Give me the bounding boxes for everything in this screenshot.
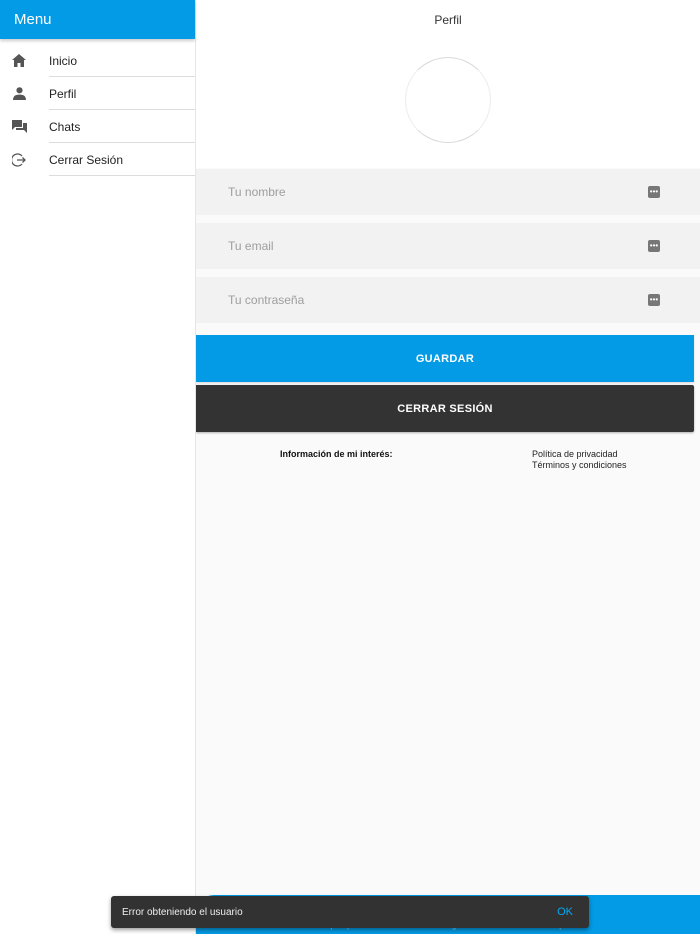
name-field: •••	[196, 169, 700, 215]
sidebar-item-inicio[interactable]: Inicio	[0, 44, 195, 77]
profile-header: Perfil	[196, 0, 700, 168]
email-field: •••	[196, 223, 700, 269]
more-icon[interactable]: •••	[648, 186, 660, 198]
side-menu-title: Menu	[14, 11, 52, 28]
avatar[interactable]	[405, 57, 491, 143]
logout-icon	[10, 151, 28, 169]
error-snackbar: Error obteniendo el usuario OK	[111, 896, 589, 928]
side-menu-header: Menu	[0, 0, 195, 39]
name-input[interactable]	[228, 185, 628, 199]
sidebar-item-chats[interactable]: Chats	[0, 110, 195, 143]
side-menu-list: Inicio Perfil Chats Cerrar Sesión	[0, 44, 195, 176]
email-input[interactable]	[228, 239, 628, 253]
terms-link[interactable]: Términos y condiciones	[532, 460, 627, 471]
chat-icon	[10, 118, 28, 136]
password-input[interactable]	[228, 293, 628, 307]
logout-button[interactable]: CERRAR SESIÓN	[196, 385, 694, 432]
info-title: Información de mi interés:	[280, 449, 393, 459]
save-button[interactable]: GUARDAR	[196, 335, 694, 382]
sidebar-item-label: Perfil	[49, 86, 77, 101]
password-field: •••	[196, 277, 700, 323]
snackbar-message: Error obteniendo el usuario	[122, 906, 243, 918]
sidebar-item-perfil[interactable]: Perfil	[0, 77, 195, 110]
person-icon	[10, 85, 28, 103]
info-links: Política de privacidad Términos y condic…	[532, 449, 627, 471]
sidebar-item-label: Inicio	[49, 53, 78, 68]
home-icon	[10, 52, 28, 70]
snackbar-ok-button[interactable]: OK	[557, 906, 573, 918]
sidebar-item-label: Cerrar Sesión	[49, 152, 124, 167]
sidebar-item-cerrar-sesion[interactable]: Cerrar Sesión	[0, 143, 195, 176]
divider	[49, 175, 195, 176]
more-icon[interactable]: •••	[648, 240, 660, 252]
profile-page: Perfil ••• ••• ••• GUARDAR CERRAR SESIÓN…	[196, 0, 700, 934]
more-icon[interactable]: •••	[648, 294, 660, 306]
side-menu: Menu Inicio Perfil Chats Cerrar Sesión	[0, 0, 196, 934]
page-title: Perfil	[434, 13, 462, 27]
sidebar-item-label: Chats	[49, 119, 81, 134]
privacy-policy-link[interactable]: Política de privacidad	[532, 449, 627, 460]
